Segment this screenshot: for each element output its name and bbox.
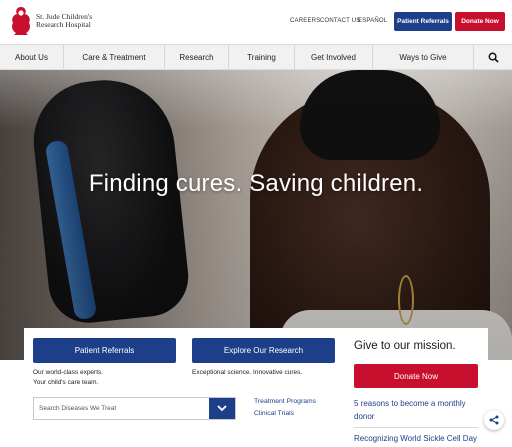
st-jude-logo-icon [12, 7, 30, 35]
contact-us-link[interactable]: CONTACT US [320, 18, 360, 24]
main-nav: About Us Care & Treatment Research Train… [0, 44, 512, 70]
logo-line-2: Research Hospital [36, 20, 91, 29]
nav-search-button[interactable] [474, 45, 512, 69]
disease-search-input[interactable] [34, 398, 209, 419]
monthly-donor-link[interactable]: 5 reasons to become a monthly donor [354, 397, 484, 423]
research-desc: Exceptional science. Innovative cures. [192, 369, 303, 376]
hero-overlay [0, 70, 512, 360]
search-icon [488, 52, 499, 63]
hero-title: Finding cures. Saving children. [88, 170, 424, 197]
patient-desc-line-2: Your child's care team. [33, 379, 99, 386]
nav-get-involved[interactable]: Get Involved [295, 45, 373, 69]
patient-desc-line-1: Our world-class experts. [33, 369, 104, 376]
explore-research-button[interactable]: Explore Our Research [192, 338, 335, 363]
nav-care-treatment[interactable]: Care & Treatment [64, 45, 165, 69]
nav-ways-to-give[interactable]: Ways to Give [373, 45, 474, 69]
nav-research[interactable]: Research [165, 45, 229, 69]
quick-links-panel: Patient Referrals Explore Our Research O… [24, 328, 344, 447]
sickle-cell-day-link[interactable]: Recognizing World Sickle Cell Day [354, 432, 484, 445]
chevron-down-icon [217, 405, 227, 412]
give-title: Give to our mission. [354, 340, 456, 352]
treatment-programs-link[interactable]: Treatment Programs [254, 398, 316, 405]
logo-text: St. Jude Children's Research Hospital [36, 13, 114, 29]
donate-now-header-button[interactable]: Donate Now [455, 12, 505, 31]
disease-search [33, 397, 236, 420]
st-jude-logo[interactable]: St. Jude Children's Research Hospital [8, 6, 118, 36]
nav-training[interactable]: Training [229, 45, 295, 69]
donate-now-button[interactable]: Donate Now [354, 364, 478, 388]
clinical-trials-link[interactable]: Clinical Trials [254, 410, 294, 417]
divider [354, 427, 478, 428]
espanol-link[interactable]: ESPAÑOL [358, 18, 387, 24]
hero-banner: Finding cures. Saving children. [0, 70, 512, 360]
disease-search-dropdown[interactable] [209, 398, 235, 419]
share-button[interactable] [484, 410, 504, 430]
site-header: St. Jude Children's Research Hospital CA… [0, 0, 512, 44]
nav-about-us[interactable]: About Us [0, 45, 64, 69]
give-panel: Give to our mission. Donate Now 5 reason… [344, 328, 488, 447]
patient-referrals-button[interactable]: Patient Referrals [33, 338, 176, 363]
careers-link[interactable]: CAREERS [290, 18, 320, 24]
share-icon [489, 415, 499, 425]
patient-referrals-header-button[interactable]: Patient Referrals [394, 12, 452, 31]
